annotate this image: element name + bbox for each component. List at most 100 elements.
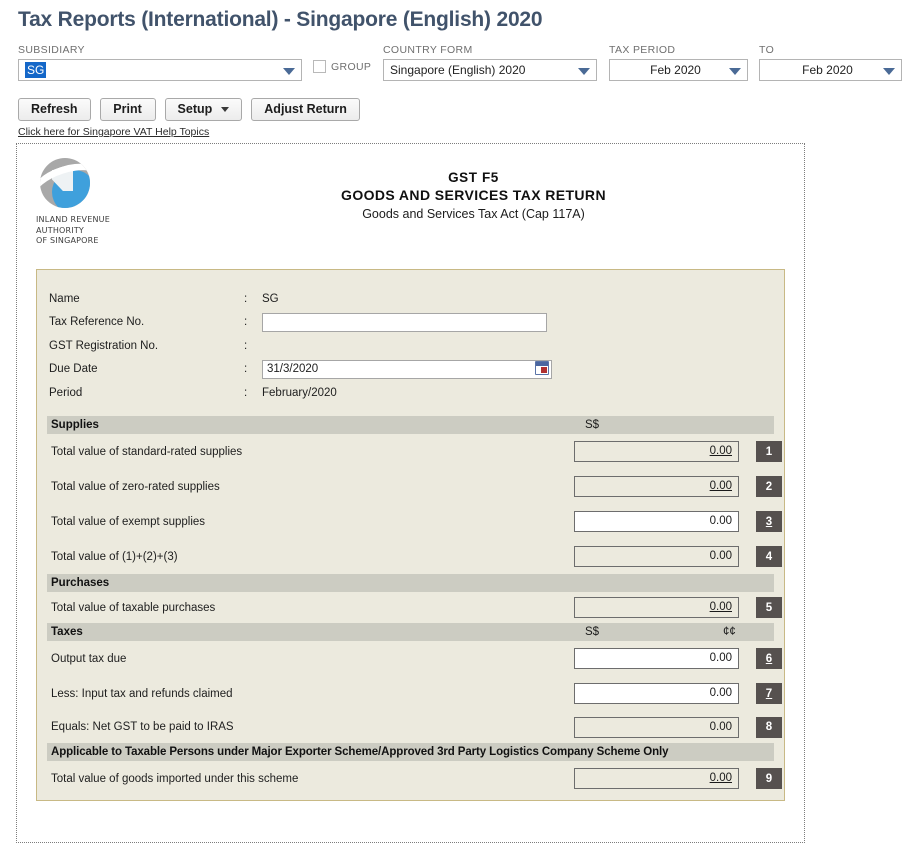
info-label: Tax Reference No.	[49, 316, 244, 328]
table-row: Equals: Net GST to be paid to IRAS 0.00 …	[47, 711, 774, 743]
to-value: Feb 2020	[802, 63, 853, 77]
info-colon: :	[244, 316, 262, 328]
table-row: Total value of standard-rated supplies 0…	[47, 434, 774, 469]
section-title: Supplies	[47, 419, 99, 431]
amount-field-3[interactable]: 0.00	[574, 511, 739, 532]
section-header-mes: Applicable to Taxable Persons under Majo…	[47, 743, 774, 761]
info-colon: :	[244, 340, 262, 352]
chevron-down-icon[interactable]	[883, 68, 895, 75]
amount-value[interactable]: 0.00	[710, 772, 732, 784]
caret-down-icon[interactable]	[221, 107, 229, 112]
section-currency: S$	[585, 419, 599, 431]
amount-field-5[interactable]: 0.00	[574, 597, 739, 618]
adjust-return-label: Adjust Return	[264, 102, 347, 116]
group-checkbox-wrap[interactable]: GROUP	[313, 60, 371, 73]
adjust-return-button[interactable]: Adjust Return	[251, 98, 360, 121]
amount-field-8: 0.00	[574, 717, 739, 738]
subsidiary-value: SG	[25, 62, 46, 78]
amount-value[interactable]: 0.00	[710, 652, 732, 664]
info-colon: :	[244, 387, 262, 399]
box-number-8: 8	[756, 717, 782, 738]
iras-logo-icon	[40, 158, 90, 208]
info-row-gst-registration: GST Registration No. :	[49, 335, 784, 356]
calendar-icon[interactable]	[535, 361, 549, 375]
section-currency: S$	[585, 626, 599, 638]
info-table: Name : SG Tax Reference No. : GST Regist…	[37, 270, 784, 416]
amount-field-1[interactable]: 0.00	[574, 441, 739, 462]
section-cents: ¢¢	[723, 626, 736, 638]
box-number-6: 6	[756, 648, 782, 669]
setup-label: Setup	[178, 102, 213, 116]
info-value-name: SG	[262, 293, 279, 305]
amount-value[interactable]: 0.00	[710, 515, 732, 527]
due-date-wrap	[262, 359, 552, 379]
to-select[interactable]: Feb 2020	[759, 59, 902, 81]
chevron-down-icon[interactable]	[283, 68, 295, 75]
amount-field-2[interactable]: 0.00	[574, 476, 739, 497]
chevron-down-icon[interactable]	[578, 68, 590, 75]
subsidiary-field: SUBSIDIARY SG	[18, 44, 302, 81]
amount-value[interactable]: 0.00	[710, 480, 732, 492]
amount-field-7[interactable]: 0.00	[574, 683, 739, 704]
line-label: Equals: Net GST to be paid to IRAS	[47, 721, 234, 733]
section-title: Purchases	[47, 577, 109, 589]
vat-help-link[interactable]: Click here for Singapore VAT Help Topics	[18, 126, 209, 138]
refresh-label: Refresh	[31, 102, 78, 116]
info-label: GST Registration No.	[49, 340, 244, 352]
line-label: Less: Input tax and refunds claimed	[47, 688, 233, 700]
form-code: GST F5	[167, 170, 780, 185]
iras-logo-text: INLAND REVENUEAUTHORITYOF SINGAPORE	[36, 215, 166, 247]
line-label: Total value of taxable purchases	[47, 602, 215, 614]
print-button[interactable]: Print	[100, 98, 156, 121]
table-row: Total value of exempt supplies 0.00 3	[47, 504, 774, 539]
amount-value[interactable]: 0.00	[710, 601, 732, 613]
line-label: Total value of (1)+(2)+(3)	[47, 551, 178, 563]
group-label: GROUP	[331, 61, 371, 73]
subsidiary-select[interactable]: SG	[18, 59, 302, 81]
table-row: Total value of goods imported under this…	[47, 761, 774, 796]
section-header-purchases: Purchases	[47, 574, 774, 592]
box-number-7: 7	[756, 683, 782, 704]
refresh-button[interactable]: Refresh	[18, 98, 91, 121]
table-row: Total value of taxable purchases 0.00 5	[47, 592, 774, 623]
box-number-1: 1	[756, 441, 782, 462]
amount-field-4: 0.00	[574, 546, 739, 567]
country-form-value: Singapore (English) 2020	[390, 63, 525, 77]
tax-reference-input[interactable]	[262, 313, 547, 332]
form-act: Goods and Services Tax Act (Cap 117A)	[167, 207, 780, 221]
setup-button[interactable]: Setup	[165, 98, 243, 121]
toolbar: Refresh Print Setup Adjust Return	[18, 97, 912, 121]
group-checkbox[interactable]	[313, 60, 326, 73]
chevron-down-icon[interactable]	[729, 68, 741, 75]
section-header-taxes: Taxes S$ ¢¢	[47, 623, 774, 641]
amount-field-6[interactable]: 0.00	[574, 648, 739, 669]
table-row: Total value of (1)+(2)+(3) 0.00 4	[47, 539, 774, 574]
country-form-select[interactable]: Singapore (English) 2020	[383, 59, 597, 81]
info-row-tax-reference: Tax Reference No. :	[49, 309, 784, 335]
subsidiary-label: SUBSIDIARY	[18, 44, 302, 56]
section-title: Applicable to Taxable Persons under Majo…	[47, 746, 668, 758]
box-number-5: 5	[756, 597, 782, 618]
info-label: Name	[49, 293, 244, 305]
iras-logo: INLAND REVENUEAUTHORITYOF SINGAPORE	[36, 158, 166, 247]
form-body: Name : SG Tax Reference No. : GST Regist…	[36, 269, 785, 801]
country-form-field: COUNTRY FORM Singapore (English) 2020	[383, 44, 597, 81]
amount-value[interactable]: 0.00	[710, 687, 732, 699]
filter-bar: SUBSIDIARY SG GROUP COUNTRY FORM Singapo…	[0, 44, 912, 90]
table-row: Total value of zero-rated supplies 0.00 …	[47, 469, 774, 504]
amount-field-9[interactable]: 0.00	[574, 768, 739, 789]
form-header: INLAND REVENUEAUTHORITYOF SINGAPORE GST …	[17, 144, 804, 254]
info-label: Due Date	[49, 363, 244, 375]
amount-value[interactable]: 0.00	[710, 445, 732, 457]
box-number-2: 2	[756, 476, 782, 497]
info-row-due-date: Due Date :	[49, 356, 784, 382]
info-value-period: February/2020	[262, 387, 337, 399]
box-number-4: 4	[756, 546, 782, 567]
to-field: TO Feb 2020	[759, 44, 902, 81]
box-number-3: 3	[756, 511, 782, 532]
info-label: Period	[49, 387, 244, 399]
due-date-input[interactable]	[262, 360, 552, 379]
info-row-name: Name : SG	[49, 288, 784, 309]
tax-period-select[interactable]: Feb 2020	[609, 59, 748, 81]
info-colon: :	[244, 363, 262, 375]
